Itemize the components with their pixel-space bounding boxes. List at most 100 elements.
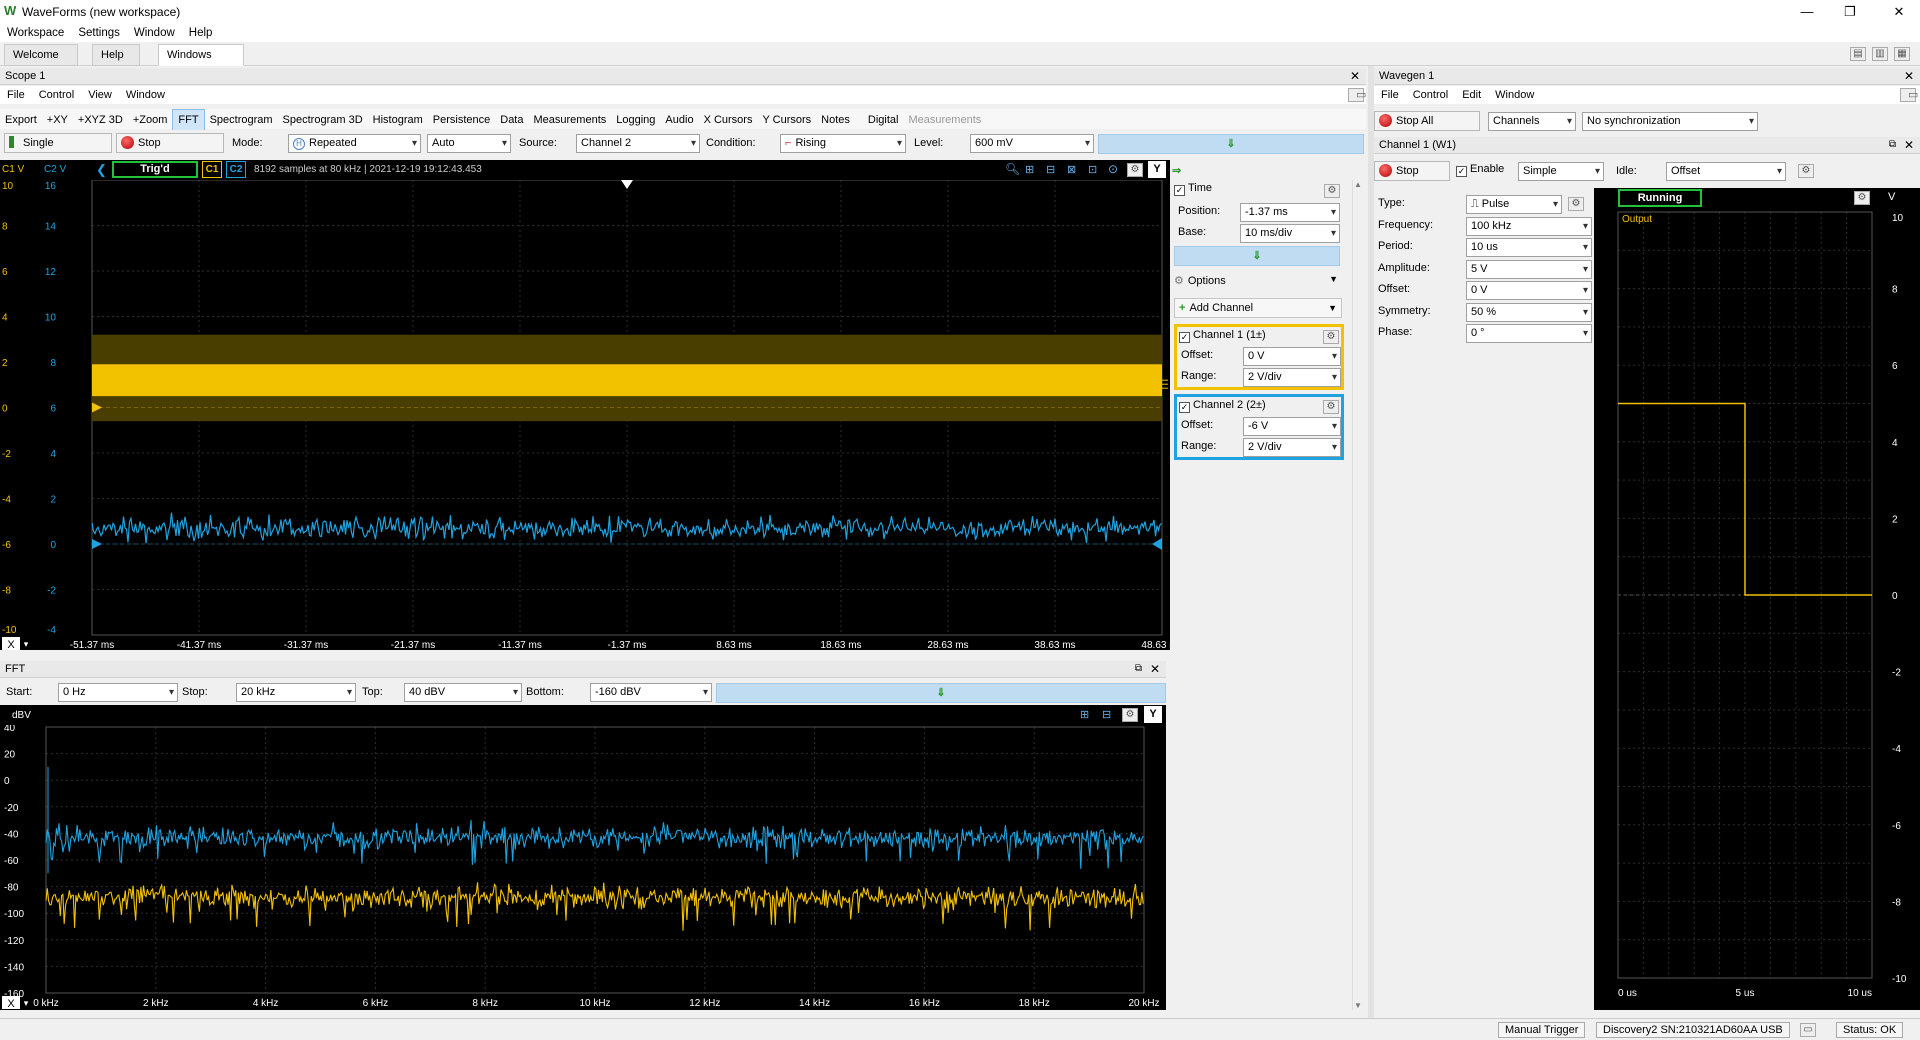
- scope-collapse-arrow[interactable]: ⇓: [1098, 134, 1364, 154]
- param-value-1[interactable]: 100 kHz: [1466, 216, 1592, 236]
- scope-y-button[interactable]: Y: [1148, 161, 1166, 178]
- toolbar-histogram[interactable]: Histogram: [368, 110, 428, 130]
- fft-zoom-out-icon[interactable]: ⊟: [1102, 708, 1111, 721]
- tab-windows[interactable]: Windows: [158, 44, 244, 66]
- fft-collapse-arrow[interactable]: ⇓: [716, 683, 1166, 703]
- toolbar-zoom[interactable]: +Zoom: [128, 110, 173, 130]
- scope-close-icon[interactable]: ✕: [1350, 68, 1360, 84]
- scroll-left-icon[interactable]: ❮: [96, 162, 107, 178]
- channel1-range-select[interactable]: 2 V/div: [1243, 368, 1341, 387]
- wavegen-menu-edit[interactable]: Edit: [1455, 86, 1488, 104]
- param-value-5[interactable]: 50 %: [1466, 302, 1592, 322]
- toolbar-y-cursors[interactable]: Y Cursors: [757, 110, 816, 130]
- param-value-0[interactable]: ⎍ Pulse: [1466, 195, 1562, 214]
- channel1-settings-icon[interactable]: ⚙: [1323, 330, 1339, 344]
- layout-cascade-icon[interactable]: ▤: [1850, 47, 1866, 61]
- toolbar-notes[interactable]: Notes: [816, 110, 855, 130]
- type-settings-icon[interactable]: ⚙: [1568, 197, 1584, 211]
- param-value-4[interactable]: 0 V: [1466, 281, 1592, 300]
- tab-help[interactable]: Help: [92, 44, 140, 66]
- fft-close-icon[interactable]: ✕: [1150, 661, 1160, 677]
- time-settings-icon[interactable]: ⚙: [1324, 184, 1340, 198]
- trigger-auto-select[interactable]: Auto: [427, 134, 511, 153]
- toolbar-data[interactable]: Data: [495, 110, 528, 130]
- scope-dock-icon[interactable]: ▭: [1348, 88, 1366, 102]
- position-input[interactable]: -1.37 ms: [1240, 203, 1340, 222]
- c1-tag[interactable]: C1: [202, 161, 222, 178]
- fft-zoom-in-icon[interactable]: ⊞: [1080, 708, 1089, 721]
- wavegen-menu-control[interactable]: Control: [1406, 86, 1455, 104]
- wavegen-close-icon[interactable]: ✕: [1904, 68, 1914, 84]
- fft-bottom-input[interactable]: -160 dBV: [590, 683, 712, 702]
- fft-undock-icon[interactable]: ⧉: [1135, 661, 1142, 677]
- channel2-checkbox[interactable]: ✓: [1179, 402, 1190, 413]
- param-value-3[interactable]: 5 V: [1466, 259, 1592, 279]
- toolbar-xy[interactable]: +XY: [42, 110, 73, 130]
- toolbar-persistence[interactable]: Persistence: [428, 110, 495, 130]
- channel2-range-select[interactable]: 2 V/div: [1243, 438, 1341, 457]
- channel2-offset-input[interactable]: -6 V: [1243, 417, 1341, 436]
- tab-welcome[interactable]: Welcome +: [4, 44, 78, 82]
- idle-select[interactable]: Offset: [1666, 162, 1786, 181]
- options-row[interactable]: ⚙ Options ▼: [1174, 274, 1342, 292]
- stop-all-button[interactable]: Stop All: [1374, 111, 1480, 131]
- param-value-2[interactable]: 10 us: [1466, 238, 1592, 257]
- scope-menu-view[interactable]: View: [81, 86, 119, 104]
- toolbar-x-cursors[interactable]: X Cursors: [699, 110, 758, 130]
- fft-start-input[interactable]: 0 Hz: [58, 683, 178, 702]
- menu-settings[interactable]: Settings: [71, 24, 127, 42]
- scope-side-scrollbar[interactable]: ▲ ▼: [1352, 180, 1364, 1010]
- toolbar-fft[interactable]: FFT: [172, 109, 205, 131]
- c2-tag[interactable]: C2: [226, 161, 246, 178]
- zoom-out-icon[interactable]: ⊟: [1046, 163, 1055, 176]
- zoom-reset-icon[interactable]: ⊡: [1088, 163, 1097, 176]
- scope-menu-file[interactable]: File: [0, 86, 32, 104]
- wavegen-menu-file[interactable]: File: [1374, 86, 1406, 104]
- minimize-icon[interactable]: —: [1797, 3, 1817, 21]
- single-button[interactable]: Single: [4, 133, 112, 153]
- toolbar-spectrogram-3d[interactable]: Spectrogram 3D: [278, 110, 368, 130]
- toolbar-export[interactable]: Export: [0, 110, 42, 130]
- restore-icon[interactable]: ❐: [1840, 3, 1860, 21]
- magnify-icon[interactable]: ⊙: [1108, 162, 1118, 176]
- toolbar-logging[interactable]: Logging: [611, 110, 660, 130]
- scope-plot[interactable]: 10 8 6 4 2 0 -2 -4 -6 -8 -10 16 14 12 10 8 6 4 2 0 -2 -4 -51.3…: [0, 180, 1170, 650]
- time-checkbox[interactable]: ✓: [1174, 185, 1185, 196]
- scope-menu-control[interactable]: Control: [32, 86, 81, 104]
- toolbar-measurements[interactable]: Measurements: [529, 110, 612, 130]
- toolbar-audio[interactable]: Audio: [660, 110, 698, 130]
- toolbar-spectrogram[interactable]: Spectrogram: [205, 110, 278, 130]
- device-button[interactable]: Discovery2 SN:210321AD60AA USB: [1596, 1022, 1790, 1038]
- close-icon[interactable]: ✕: [1889, 3, 1909, 21]
- channel1-offset-input[interactable]: 0 V: [1243, 347, 1341, 366]
- wavegen-stop-button[interactable]: Stop: [1374, 161, 1450, 181]
- condition-select[interactable]: ⌐ Rising: [780, 134, 906, 153]
- layout-grid-icon[interactable]: ▦: [1894, 47, 1910, 61]
- menu-help[interactable]: Help: [182, 24, 220, 42]
- wavegen-mode-select[interactable]: Simple: [1518, 162, 1604, 181]
- wavegen-menu-window[interactable]: Window: [1488, 86, 1541, 104]
- wavegen-plot-settings-icon[interactable]: ⚙: [1854, 191, 1870, 205]
- wavegen-channel-undock-icon[interactable]: ⧉: [1889, 137, 1896, 153]
- toolbar-digital[interactable]: Digital: [863, 110, 904, 130]
- channel2-settings-icon[interactable]: ⚙: [1323, 400, 1339, 414]
- base-select[interactable]: 10 ms/div: [1240, 224, 1340, 243]
- level-input[interactable]: 600 mV: [970, 134, 1094, 153]
- menu-workspace[interactable]: Workspace: [0, 24, 71, 42]
- fft-y-button[interactable]: Y: [1144, 706, 1162, 723]
- fft-plot[interactable]: 40200-20-40-60-80-100-120-140-1600 kHz 2 …: [0, 725, 1166, 1010]
- layout-tile-icon[interactable]: ▥: [1872, 47, 1888, 61]
- sync-select[interactable]: No synchronization: [1582, 112, 1758, 131]
- scope-menu-window[interactable]: Window: [119, 86, 172, 104]
- zoom-in-icon[interactable]: ⊞: [1025, 163, 1034, 176]
- zoom-icon[interactable]: 🔍︎: [1005, 162, 1020, 176]
- mode-select[interactable]: H Repeated: [288, 134, 421, 153]
- toolbar-xyz-3d[interactable]: +XYZ 3D: [73, 110, 128, 130]
- wavegen-channel-close-icon[interactable]: ✕: [1904, 137, 1914, 153]
- channel1-checkbox[interactable]: ✓: [1179, 332, 1190, 343]
- wavegen-plot[interactable]: Output 10 8 6 4 2 0 -2 -4 -6 -8 -10 0 us 5 us 10 us: [1594, 208, 1920, 1010]
- fft-top-input[interactable]: 40 dBV: [404, 683, 522, 702]
- wavegen-dock-icon[interactable]: ▭: [1900, 88, 1918, 102]
- menu-window[interactable]: Window: [127, 24, 182, 42]
- param-value-6[interactable]: 0 °: [1466, 324, 1592, 343]
